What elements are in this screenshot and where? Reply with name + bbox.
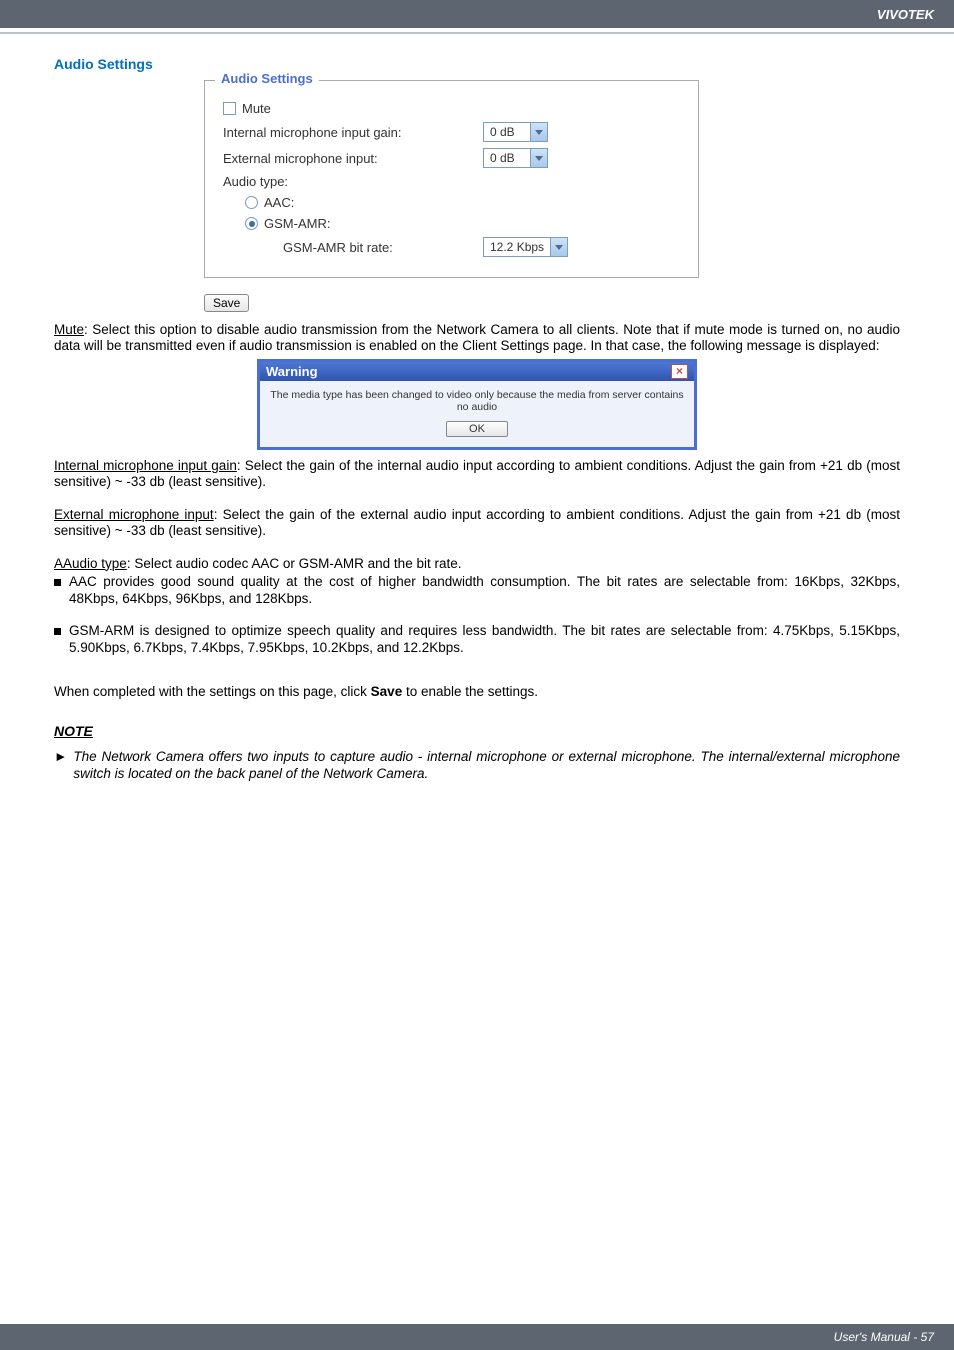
internal-gain-select[interactable]: 0 dB bbox=[483, 122, 548, 142]
gsm-bitrate-select[interactable]: 12.2 Kbps bbox=[483, 237, 568, 257]
aac-radio[interactable] bbox=[245, 196, 258, 209]
square-bullet-icon bbox=[54, 628, 61, 635]
mute-row: Mute bbox=[223, 101, 686, 116]
internal-gain-underline: Internal microphone input gain bbox=[54, 458, 237, 473]
gsm-bitrate-row: GSM-AMR bit rate: 12.2 Kbps bbox=[223, 237, 686, 257]
square-bullet-icon bbox=[54, 579, 61, 586]
external-input-underline: External microphone input bbox=[54, 507, 214, 522]
triangle-right-icon: ► bbox=[54, 749, 67, 766]
page-content: Audio Settings Audio Settings Mute Inter… bbox=[0, 56, 954, 782]
audio-type-underline: AAudio type bbox=[54, 556, 127, 571]
audio-type-label: Audio type: bbox=[223, 174, 288, 189]
audio-type-paragraph: AAudio type: Select audio codec AAC or G… bbox=[54, 556, 900, 572]
warning-titlebar: Warning × bbox=[260, 362, 694, 381]
external-input-label: External microphone input: bbox=[223, 151, 483, 166]
external-input-paragraph: External microphone input: Select the ga… bbox=[54, 507, 900, 540]
chevron-down-icon bbox=[550, 238, 567, 256]
save-button[interactable]: Save bbox=[204, 294, 249, 312]
audio-settings-fieldset: Audio Settings Mute Internal microphone … bbox=[204, 80, 699, 278]
gsm-bitrate-label: GSM-AMR bit rate: bbox=[283, 240, 483, 255]
note-row: ► The Network Camera offers two inputs t… bbox=[54, 749, 900, 783]
bullet-aac: AAC provides good sound quality at the c… bbox=[54, 574, 900, 607]
fieldset-legend: Audio Settings bbox=[215, 71, 319, 86]
footer-text: User's Manual - 57 bbox=[834, 1330, 934, 1344]
external-input-select[interactable]: 0 dB bbox=[483, 148, 548, 168]
close-icon[interactable]: × bbox=[671, 364, 688, 379]
brand-label: VIVOTEK bbox=[877, 7, 934, 22]
gsm-bitrate-value: 12.2 Kbps bbox=[484, 240, 550, 254]
header-divider bbox=[0, 32, 954, 34]
warning-body: The media type has been changed to video… bbox=[260, 381, 694, 447]
aac-label: AAC: bbox=[264, 195, 294, 210]
note-heading: NOTE bbox=[54, 723, 900, 739]
external-input-value: 0 dB bbox=[484, 151, 530, 165]
internal-gain-value: 0 dB bbox=[484, 125, 530, 139]
audio-type-row: Audio type: bbox=[223, 174, 686, 189]
footer-bar: User's Manual - 57 bbox=[0, 1324, 954, 1350]
warning-message: The media type has been changed to video… bbox=[270, 389, 684, 413]
gsm-amr-row: GSM-AMR: bbox=[223, 216, 686, 231]
bullet-gsm: GSM-ARM is designed to optimize speech q… bbox=[54, 623, 900, 656]
warning-dialog: Warning × The media type has been change… bbox=[257, 359, 697, 450]
ok-button[interactable]: OK bbox=[446, 421, 508, 437]
aac-row: AAC: bbox=[223, 195, 686, 210]
gsm-amr-label: GSM-AMR: bbox=[264, 216, 330, 231]
note-body: The Network Camera offers two inputs to … bbox=[73, 749, 900, 783]
mute-label: Mute bbox=[242, 101, 271, 116]
chevron-down-icon bbox=[530, 149, 547, 167]
internal-gain-paragraph: Internal microphone input gain: Select t… bbox=[54, 458, 900, 491]
mute-paragraph: Mute: Select this option to disable audi… bbox=[54, 322, 900, 355]
internal-gain-label: Internal microphone input gain: bbox=[223, 125, 483, 140]
mute-underline: Mute bbox=[54, 322, 84, 337]
warning-title-text: Warning bbox=[266, 364, 318, 379]
save-paragraph: When completed with the settings on this… bbox=[54, 684, 900, 700]
header-bar: VIVOTEK bbox=[0, 0, 954, 28]
section-title: Audio Settings bbox=[54, 56, 900, 72]
external-input-row: External microphone input: 0 dB bbox=[223, 148, 686, 168]
internal-gain-row: Internal microphone input gain: 0 dB bbox=[223, 122, 686, 142]
mute-checkbox[interactable] bbox=[223, 102, 236, 115]
gsm-amr-radio[interactable] bbox=[245, 217, 258, 230]
chevron-down-icon bbox=[530, 123, 547, 141]
